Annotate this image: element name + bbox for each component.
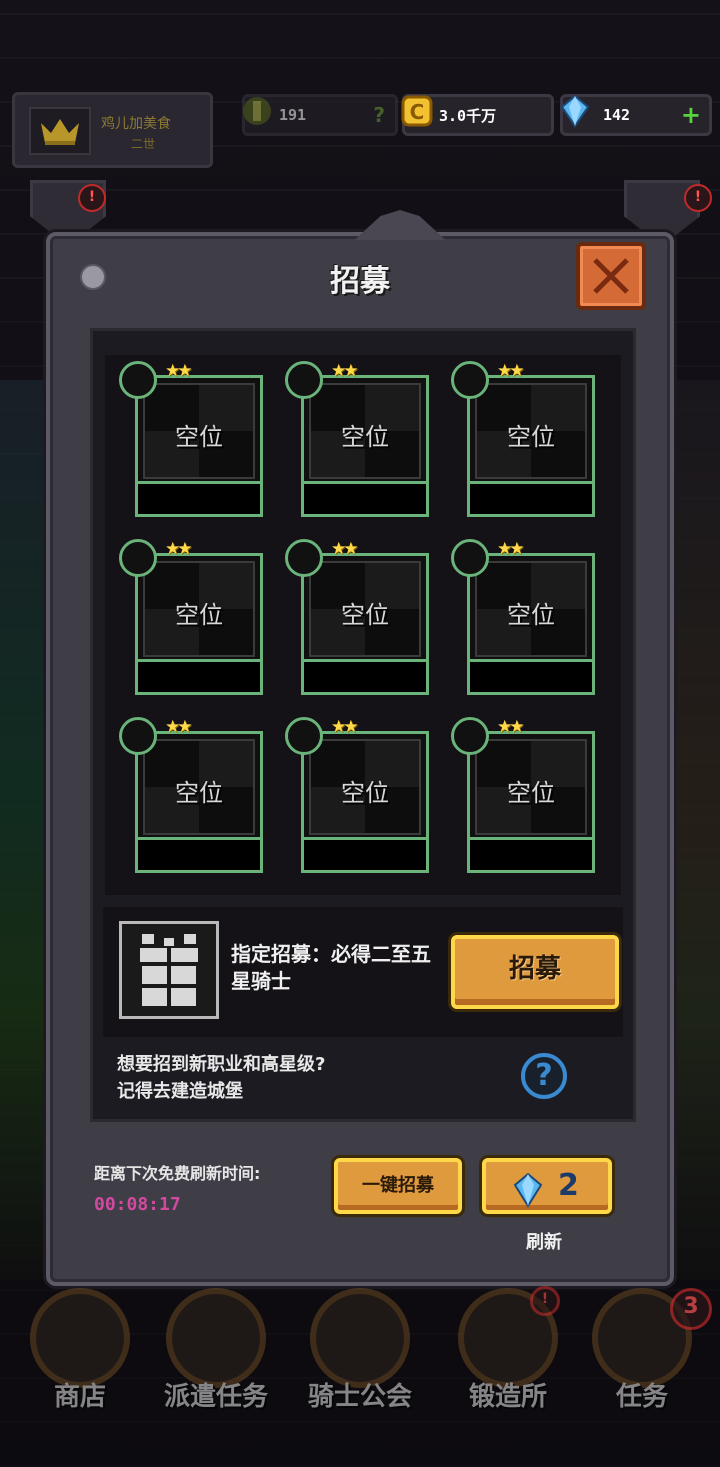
refresh-timer: 00:08:17 xyxy=(94,1194,181,1215)
gem-resource[interactable]: 142 + xyxy=(560,94,712,136)
gem-value: 142 xyxy=(603,106,631,124)
special-recruit-section: 指定招募：必得二至五星骑士 招募 xyxy=(103,907,623,1037)
gift-box-icon xyxy=(119,921,219,1019)
slot-label: 空位 xyxy=(175,779,223,807)
class-ring-icon xyxy=(285,361,323,399)
star-rating: ★★ xyxy=(497,361,525,381)
star-rating: ★★ xyxy=(331,717,359,737)
class-ring-icon xyxy=(451,539,489,577)
hint-line-1: 想要招到新职业和高星级? xyxy=(117,1054,326,1075)
crown-icon xyxy=(29,107,91,155)
dispatch-icon xyxy=(166,1288,266,1388)
add-gems-icon[interactable]: + xyxy=(681,101,701,129)
forge-alert-icon: ! xyxy=(530,1286,560,1316)
bottom-nav: 商店 派遣任务 骑士公会 锻造所 任务 ! 3 xyxy=(0,1280,720,1467)
power-value: 191 xyxy=(279,106,307,124)
class-ring-icon xyxy=(451,717,489,755)
nav-label: 派遣任务 xyxy=(163,1382,268,1412)
player-card[interactable]: 鸡儿加美食 二世 xyxy=(12,92,213,168)
close-button[interactable] xyxy=(576,242,646,310)
free-refresh-label: 距离下次免费刷新时间: xyxy=(94,1164,261,1183)
gem-refresh-button[interactable]: 2 xyxy=(482,1158,612,1214)
nav-knight-guild[interactable]: 骑士公会 xyxy=(300,1280,420,1420)
slot-label: 空位 xyxy=(507,779,555,807)
recruit-slot[interactable]: ★★ 空位 xyxy=(451,361,601,521)
nav-label: 商店 xyxy=(53,1382,106,1412)
star-rating: ★★ xyxy=(165,361,193,381)
right-banner-alert-icon: ! xyxy=(684,184,712,212)
recruit-slot[interactable]: ★★ 空位 xyxy=(285,361,435,521)
recruit-slot[interactable]: ★★ 空位 xyxy=(285,717,435,877)
refresh-label: 刷新 xyxy=(526,1232,562,1253)
gold-resource[interactable]: C 3.0千万 xyxy=(401,94,554,136)
nav-shop[interactable]: 商店 xyxy=(20,1280,140,1420)
left-banner-alert-icon: ! xyxy=(78,184,106,212)
recruit-slot-grid: ★★ 空位 ★★ 空位 ★★ 空位 ★★ 空位 ★★ 空位 ★★ 空位 ★★ 空… xyxy=(105,355,621,895)
nav-label: 锻造所 xyxy=(468,1382,547,1412)
help-icon[interactable]: ? xyxy=(521,1053,567,1099)
slot-label: 空位 xyxy=(341,779,389,807)
nav-label: 骑士公会 xyxy=(307,1382,412,1412)
nav-label: 任务 xyxy=(615,1382,668,1412)
gem-icon xyxy=(513,1172,543,1208)
slot-label: 空位 xyxy=(507,423,555,451)
power-resource[interactable]: 191 ? xyxy=(242,94,398,136)
star-rating: ★★ xyxy=(331,539,359,559)
player-name: 鸡儿加美食 xyxy=(101,116,171,132)
recruit-panel: ★★ 空位 ★★ 空位 ★★ 空位 ★★ 空位 ★★ 空位 ★★ 空位 ★★ 空… xyxy=(90,328,636,1122)
star-rating: ★★ xyxy=(165,539,193,559)
question-icon[interactable]: ? xyxy=(373,103,385,127)
star-rating: ★★ xyxy=(497,539,525,559)
recruit-slot[interactable]: ★★ 空位 xyxy=(285,539,435,699)
gold-value: 3.0千万 xyxy=(439,106,497,125)
gem-icon xyxy=(560,94,590,128)
slot-label: 空位 xyxy=(341,423,389,451)
refresh-cost: 2 xyxy=(558,1168,579,1203)
knight-power-icon xyxy=(243,97,271,125)
nav-dispatch[interactable]: 派遣任务 xyxy=(156,1280,276,1420)
class-ring-icon xyxy=(451,361,489,399)
recruit-button[interactable]: 招募 xyxy=(451,935,619,1009)
star-rating: ★★ xyxy=(497,717,525,737)
class-ring-icon xyxy=(119,539,157,577)
recruit-slot[interactable]: ★★ 空位 xyxy=(451,539,601,699)
class-ring-icon xyxy=(285,539,323,577)
class-ring-icon xyxy=(119,361,157,399)
shop-icon xyxy=(30,1288,130,1388)
slot-label: 空位 xyxy=(175,423,223,451)
gold-coin-icon: C xyxy=(401,95,433,127)
slot-label: 空位 xyxy=(507,601,555,629)
recruit-slot[interactable]: ★★ 空位 xyxy=(119,539,269,699)
recruit-slot[interactable]: ★★ 空位 xyxy=(119,717,269,877)
recruit-modal: 招募 ★★ 空位 ★★ 空位 ★★ 空位 ★★ 空位 ★★ 空位 ★★ 空位 ★… xyxy=(46,210,674,1286)
slot-label: 空位 xyxy=(341,601,389,629)
recruit-slot[interactable]: ★★ 空位 xyxy=(119,361,269,521)
special-recruit-text: 指定招募：必得二至五星骑士 xyxy=(231,942,431,993)
hint-line-2: 记得去建造城堡 xyxy=(117,1081,243,1102)
svg-text:C: C xyxy=(410,100,425,124)
one-key-recruit-button[interactable]: 一键招募 xyxy=(334,1158,462,1214)
star-rating: ★★ xyxy=(165,717,193,737)
recruit-slot[interactable]: ★★ 空位 xyxy=(451,717,601,877)
class-ring-icon xyxy=(285,717,323,755)
knight-helmet-icon xyxy=(310,1288,410,1388)
slot-label: 空位 xyxy=(175,601,223,629)
player-title: 二世 xyxy=(131,137,156,151)
star-rating: ★★ xyxy=(331,361,359,381)
castle-hint: 想要招到新职业和高星级? 记得去建造城堡 xyxy=(117,1051,325,1105)
close-icon xyxy=(593,258,629,294)
class-ring-icon xyxy=(119,717,157,755)
task-count-badge: 3 xyxy=(670,1288,712,1330)
